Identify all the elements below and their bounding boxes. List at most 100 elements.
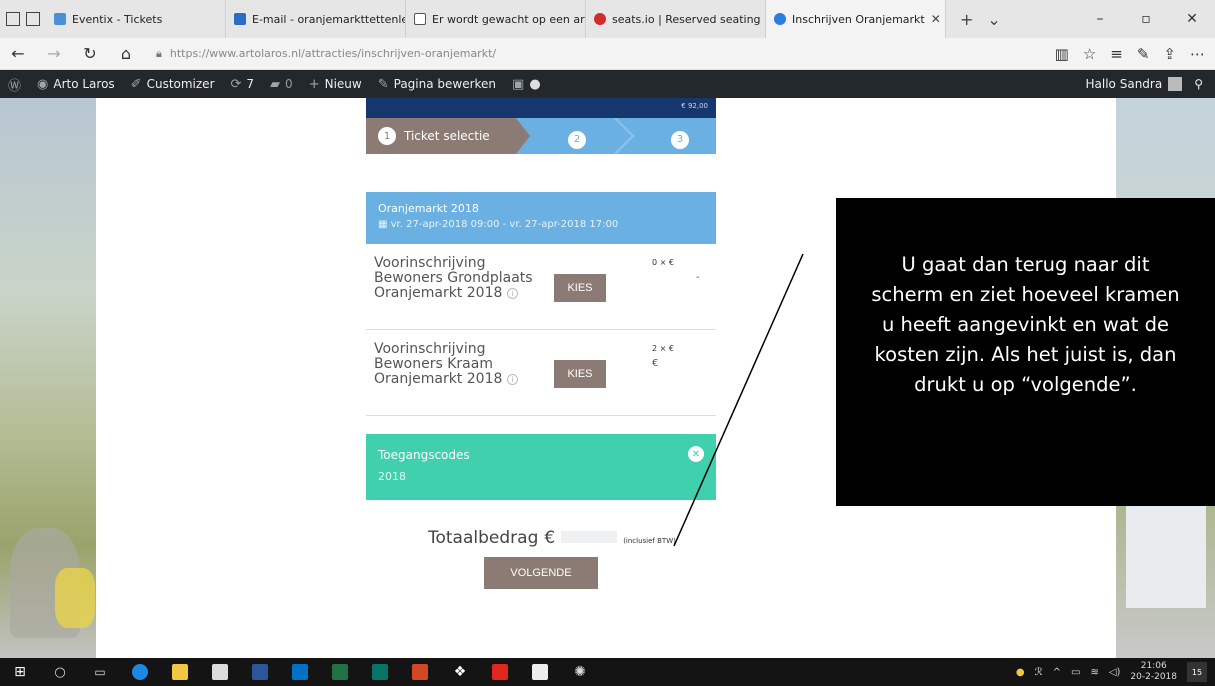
kies-button[interactable]: KIES xyxy=(554,360,606,388)
header-price: € 92,00 xyxy=(681,102,708,110)
instruction-callout: U gaat dan terug naar dit scherm en ziet… xyxy=(836,198,1215,506)
ticket-qty: 2 × € xyxy=(652,344,674,353)
ticket-row: Voorinschrijving Bewoners Kraam Oranjema… xyxy=(366,330,716,416)
task-view-icon[interactable]: ▭ xyxy=(80,658,120,686)
home-icon[interactable]: ⌂ xyxy=(108,44,144,63)
url-field[interactable]: 🔒︎ https://www.artolaros.nl/attracties/i… xyxy=(156,47,496,61)
lock-icon: 🔒︎ xyxy=(156,46,162,60)
wp-yoast[interactable]: ▣ ● xyxy=(504,77,549,92)
browser-tab-bar: Eventix - Tickets E-mail - oranjemarktte… xyxy=(0,0,1215,38)
battery-icon[interactable]: ▭ xyxy=(1071,667,1080,678)
excel-icon[interactable] xyxy=(320,658,360,686)
minimize-icon[interactable]: – xyxy=(1077,11,1123,27)
favorites-hub-icon[interactable]: ≡ xyxy=(1110,45,1123,63)
info-icon[interactable]: i xyxy=(506,287,518,299)
photos-icon[interactable] xyxy=(520,658,560,686)
total-label: Totaalbedrag xyxy=(428,528,539,548)
step-chevron-icon xyxy=(614,118,635,154)
search-icon[interactable]: ○ xyxy=(40,658,80,686)
forward-icon[interactable]: → xyxy=(36,44,72,63)
kies-button[interactable]: KIES xyxy=(554,274,606,302)
clock[interactable]: 21:06 20-2-2018 xyxy=(1130,661,1177,683)
publisher-icon[interactable] xyxy=(360,658,400,686)
step-2: 2 xyxy=(568,127,586,149)
dashboard-icon: ◉ xyxy=(37,76,49,92)
url-path: /attracties/inschrijven-oranjemarkt/ xyxy=(301,47,497,60)
close-icon[interactable]: ✕ xyxy=(688,446,704,462)
dropbox-icon[interactable]: ❖ xyxy=(440,658,480,686)
volume-icon[interactable]: ◁) xyxy=(1109,667,1121,678)
edge-icon[interactable] xyxy=(120,658,160,686)
outlook-icon[interactable] xyxy=(280,658,320,686)
wp-customizer[interactable]: ✐ Customizer xyxy=(123,77,223,92)
reading-view-icon[interactable]: ▥ xyxy=(1055,45,1069,63)
wp-comments[interactable]: ▰ 0 xyxy=(262,77,301,92)
wp-edit-page[interactable]: ✎ Pagina bewerken xyxy=(370,77,504,92)
tab-eventix[interactable]: Eventix - Tickets xyxy=(46,0,226,38)
tab-waiting[interactable]: Er wordt gewacht op een ar xyxy=(406,0,586,38)
help-icon[interactable]: ● xyxy=(1016,667,1025,678)
favicon-icon xyxy=(54,13,66,25)
acrobat-icon[interactable] xyxy=(480,658,520,686)
event-header: Oranjemarkt 2018 ▦ vr. 27-apr-2018 09:00… xyxy=(366,192,716,244)
outlook-icon xyxy=(234,13,246,25)
powerpoint-icon[interactable] xyxy=(400,658,440,686)
volgende-button[interactable]: VOLGENDE xyxy=(484,557,598,589)
codes-title: Toegangscodes xyxy=(378,448,470,462)
wp-logo[interactable]: Ⓦ xyxy=(0,75,29,94)
tab-email[interactable]: E-mail - oranjemarkttettenle xyxy=(226,0,406,38)
start-icon[interactable]: ⊞ xyxy=(0,658,40,686)
store-icon[interactable] xyxy=(200,658,240,686)
more-icon[interactable]: ⋯ xyxy=(1190,45,1205,63)
access-codes[interactable]: Toegangscodes 2018 ✕ xyxy=(366,434,716,500)
ticket-row: Voorinschrijving Bewoners Grondplaats Or… xyxy=(366,244,716,330)
file-explorer-icon[interactable] xyxy=(160,658,200,686)
tab-seats[interactable]: seats.io | Reserved seating p xyxy=(586,0,766,38)
ticket-name: Voorinschrijving Bewoners Kraam Oranjema… xyxy=(374,341,503,387)
windows-taskbar: ⊞ ○ ▭ ❖ ✺ ● ℛ ^ ▭ ≋ ◁) 21:06 20-2-2018 1… xyxy=(0,658,1215,686)
word-icon[interactable] xyxy=(240,658,280,686)
event-date: vr. 27-apr-2018 09:00 - vr. 27-apr-2018 … xyxy=(390,219,619,230)
maximize-icon[interactable]: ▫ xyxy=(1123,11,1169,27)
back-icon[interactable]: ← xyxy=(0,44,36,63)
calendar-icon: ▦ xyxy=(378,219,391,230)
info-icon[interactable]: i xyxy=(506,373,518,385)
close-tab-icon[interactable]: ✕ xyxy=(925,12,941,26)
step-indicator: 1 Ticket selectie 2 3 xyxy=(366,118,716,154)
comment-icon: ▰ xyxy=(270,76,281,92)
refresh-icon[interactable]: ↻ xyxy=(72,44,108,63)
people-icon[interactable]: ℛ xyxy=(1035,667,1043,678)
star-favicon-icon xyxy=(774,13,786,25)
tray-expand-icon[interactable]: ^ xyxy=(1053,667,1061,678)
notes-pen-icon[interactable]: ✎ xyxy=(1137,45,1150,63)
paint-icon[interactable]: ✺ xyxy=(560,658,600,686)
callout-line: kosten zijn. Als het juist is, dan xyxy=(874,343,1177,366)
tab-preview-icon[interactable]: ⌄ xyxy=(987,10,1000,29)
wp-admin-bar: Ⓦ ◉ Arto Laros ✐ Customizer ⟳ 7 ▰ 0 + Nieuw ✎… xyxy=(0,70,1215,98)
total-euro: € xyxy=(544,528,556,548)
wp-new[interactable]: + Nieuw xyxy=(301,77,370,92)
set-aside-tabs-icon[interactable] xyxy=(6,12,20,26)
widget-header: € 92,00 xyxy=(366,98,716,118)
close-window-icon[interactable]: ✕ xyxy=(1169,11,1215,27)
new-tab-icon[interactable]: + xyxy=(960,10,973,29)
show-tabs-icon[interactable] xyxy=(26,12,40,26)
seats-icon xyxy=(594,13,606,25)
wp-site-link[interactable]: ◉ Arto Laros xyxy=(29,77,123,92)
yoast-icon: ▣ xyxy=(512,76,525,92)
wifi-icon[interactable]: ≋ xyxy=(1090,667,1098,678)
window-controls: – ▫ ✕ xyxy=(1077,0,1215,38)
step-3: 3 xyxy=(671,127,689,149)
wp-updates[interactable]: ⟳ 7 xyxy=(223,77,263,92)
tab-inschrijven[interactable]: Inschrijven Oranjemarkt ✕ xyxy=(766,0,946,38)
notifications-icon[interactable]: 15 xyxy=(1187,662,1207,682)
favorite-star-icon[interactable]: ☆ xyxy=(1083,45,1096,63)
wp-account[interactable]: Hallo Sandra ⚲ xyxy=(1086,77,1215,91)
total-amount: Totaalbedrag € (inclusief BTW) xyxy=(428,528,676,548)
seo-status-icon: ● xyxy=(529,76,541,92)
callout-line: drukt u op “volgende”. xyxy=(914,373,1137,396)
share-icon[interactable]: ⇪ xyxy=(1163,45,1176,63)
url-host: https://www.artolaros.nl xyxy=(169,47,302,60)
search-icon[interactable]: ⚲ xyxy=(1194,77,1203,91)
page-icon xyxy=(414,13,426,25)
